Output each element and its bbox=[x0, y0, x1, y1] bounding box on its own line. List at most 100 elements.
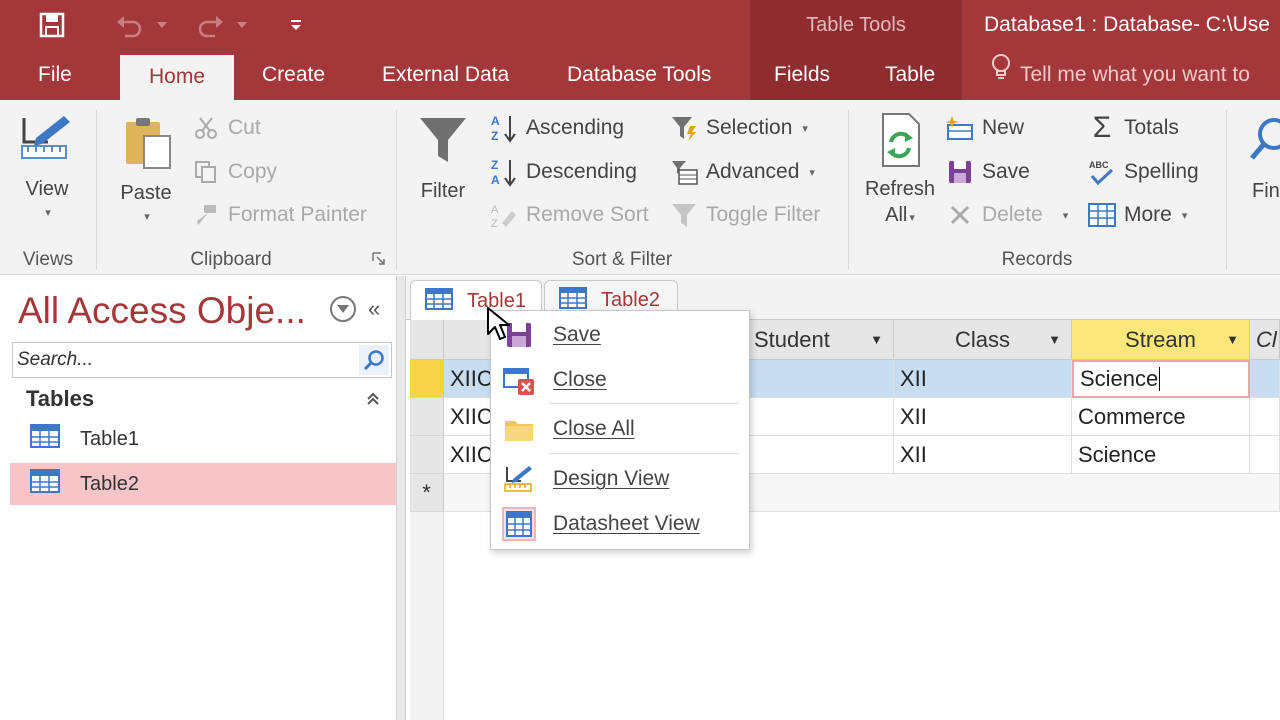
format-painter-button[interactable]: Format Painter bbox=[192, 196, 367, 234]
cut-button[interactable]: Cut bbox=[192, 109, 261, 147]
table-icon bbox=[425, 287, 453, 316]
find-label: Fin bbox=[1252, 180, 1280, 202]
menu-item-label: Datasheet View bbox=[553, 512, 700, 535]
tab-fields[interactable]: Fields bbox=[774, 50, 830, 100]
cell-class[interactable]: XII bbox=[894, 398, 1072, 436]
search-icon[interactable] bbox=[359, 345, 389, 375]
selection-button[interactable]: Selection ▾ bbox=[670, 109, 808, 147]
find-button[interactable]: Fin bbox=[1244, 112, 1280, 202]
descending-button[interactable]: ZA Descending bbox=[490, 153, 637, 191]
record-selector[interactable] bbox=[410, 360, 444, 398]
filter-button[interactable]: Filter bbox=[412, 114, 474, 202]
cell-add[interactable] bbox=[1250, 360, 1280, 398]
new-record-button[interactable]: New bbox=[946, 109, 1024, 147]
tell-me-box[interactable]: Tell me what you want to bbox=[990, 50, 1280, 100]
nav-item-table2[interactable]: Table2 bbox=[10, 463, 396, 505]
tab-external-data[interactable]: External Data bbox=[382, 50, 509, 100]
customize-qat-icon[interactable] bbox=[276, 5, 316, 45]
cell-class[interactable]: XII bbox=[894, 360, 1072, 398]
column-header-stream[interactable]: Stream ▼ bbox=[1072, 320, 1250, 360]
new-record-marker: * bbox=[422, 479, 431, 505]
clipboard-launcher-icon[interactable] bbox=[372, 252, 386, 266]
toggle-filter-button[interactable]: Toggle Filter bbox=[670, 196, 820, 234]
advanced-button[interactable]: Advanced ▾ bbox=[670, 153, 815, 191]
text-caret bbox=[1159, 367, 1161, 391]
ascending-button[interactable]: AZ Ascending bbox=[490, 109, 624, 147]
nav-pane-title[interactable]: All Access Obje... bbox=[18, 290, 306, 332]
nav-menu-chevron-icon[interactable] bbox=[330, 296, 356, 322]
delete-dropdown-icon: ▾ bbox=[1062, 209, 1069, 222]
menu-item-close[interactable]: Close bbox=[491, 358, 749, 402]
tab-file[interactable]: File bbox=[38, 50, 72, 100]
toggle-filter-icon bbox=[670, 201, 698, 229]
table-icon bbox=[30, 424, 60, 454]
remove-sort-button[interactable]: AZ Remove Sort bbox=[490, 196, 649, 234]
collapse-pane-icon[interactable]: « bbox=[368, 296, 380, 322]
totals-button[interactable]: Σ Totals bbox=[1088, 109, 1179, 147]
navigation-splitter[interactable] bbox=[396, 276, 406, 720]
cell-class[interactable]: XII bbox=[894, 436, 1072, 474]
spelling-button[interactable]: ABC Spelling bbox=[1088, 153, 1199, 191]
cell-stream[interactable]: Science bbox=[1072, 436, 1250, 474]
format-painter-icon bbox=[192, 201, 220, 229]
delete-icon bbox=[946, 201, 974, 229]
tab-create[interactable]: Create bbox=[262, 50, 325, 100]
copy-icon bbox=[192, 158, 220, 186]
column-header-label: Stream bbox=[1125, 326, 1196, 352]
tables-group-header[interactable]: Tables bbox=[10, 380, 396, 418]
close-table-icon bbox=[491, 365, 547, 395]
sort-dropdown-icon[interactable]: ▼ bbox=[1226, 332, 1239, 347]
nav-search-input[interactable] bbox=[13, 343, 353, 377]
sort-dropdown-icon[interactable]: ▼ bbox=[870, 332, 883, 347]
svg-text:A: A bbox=[491, 173, 500, 187]
advanced-dropdown-icon: ▾ bbox=[809, 166, 815, 179]
table-icon bbox=[30, 469, 60, 499]
totals-label: Totals bbox=[1124, 116, 1179, 139]
column-header-class[interactable]: Class ▼ bbox=[894, 320, 1072, 360]
cell-stream-editing[interactable]: Science bbox=[1072, 360, 1250, 398]
tab-database-tools[interactable]: Database Tools bbox=[567, 50, 711, 100]
menu-item-close-all[interactable]: Close All bbox=[491, 407, 749, 451]
refresh-label: Refresh bbox=[864, 178, 936, 200]
cell-add[interactable] bbox=[1250, 436, 1280, 474]
menu-item-save[interactable]: Save bbox=[491, 313, 749, 357]
svg-text:Z: Z bbox=[491, 158, 498, 172]
menu-item-design-view[interactable]: Design View bbox=[491, 457, 749, 501]
new-label: New bbox=[982, 116, 1025, 139]
view-button[interactable]: View ▾ bbox=[16, 112, 78, 219]
delete-record-button[interactable]: Delete ▾ bbox=[946, 196, 1068, 234]
design-view-icon bbox=[491, 464, 547, 494]
delete-label: Delete bbox=[982, 203, 1043, 226]
refresh-all-button[interactable]: Refresh All ▾ bbox=[858, 112, 942, 229]
cell-stream[interactable]: Commerce bbox=[1072, 398, 1250, 436]
collapse-up-icon bbox=[366, 386, 380, 412]
save-label: Save bbox=[982, 160, 1030, 183]
save-record-button[interactable]: Save bbox=[946, 153, 1030, 191]
column-header-add[interactable]: Cl bbox=[1250, 320, 1280, 360]
lightbulb-icon bbox=[990, 50, 1012, 100]
sigma-icon: Σ bbox=[1092, 111, 1112, 144]
record-selector[interactable] bbox=[410, 398, 444, 436]
more-button[interactable]: More ▾ bbox=[1088, 196, 1187, 234]
folder-icon bbox=[491, 415, 547, 443]
menu-item-label: Design View bbox=[553, 467, 670, 490]
tab-home[interactable]: Home bbox=[120, 55, 234, 102]
save-icon[interactable] bbox=[32, 5, 72, 45]
sort-dropdown-icon[interactable]: ▼ bbox=[1048, 332, 1061, 347]
record-selector[interactable] bbox=[410, 436, 444, 474]
cell-add[interactable] bbox=[1250, 398, 1280, 436]
selection-label: Selection bbox=[706, 116, 793, 139]
menu-item-datasheet-view[interactable]: Datasheet View bbox=[491, 502, 749, 546]
column-header-label: Class bbox=[954, 326, 1010, 352]
new-record-selector[interactable]: * bbox=[410, 474, 444, 512]
sort-descending-icon: ZA bbox=[490, 158, 518, 187]
nav-item-table1[interactable]: Table1 bbox=[10, 418, 396, 460]
format-painter-label: Format Painter bbox=[228, 203, 367, 226]
paste-button[interactable]: Paste ▾ bbox=[112, 114, 180, 223]
select-all-corner[interactable] bbox=[410, 320, 444, 360]
redo-dropdown-icon[interactable] bbox=[222, 5, 262, 45]
undo-dropdown-icon[interactable] bbox=[142, 5, 182, 45]
spelling-label: Spelling bbox=[1124, 160, 1199, 183]
tab-table[interactable]: Table bbox=[885, 50, 935, 100]
copy-button[interactable]: Copy bbox=[192, 153, 277, 191]
